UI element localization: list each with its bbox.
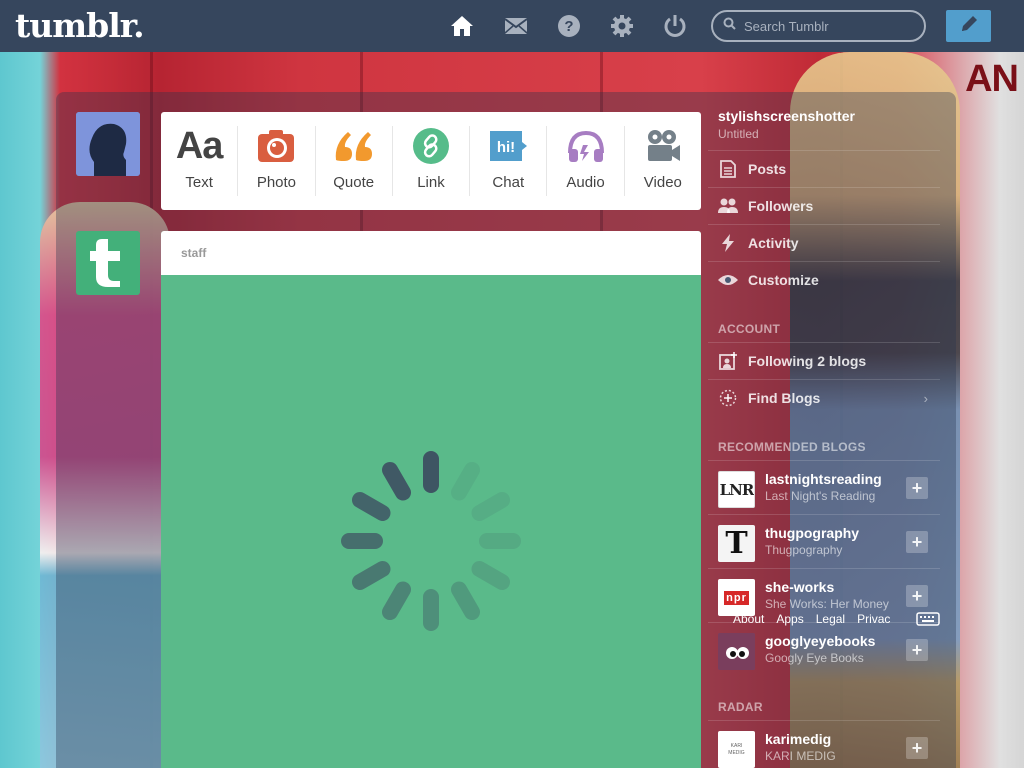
blog-name[interactable]: lastnightsreading [765, 471, 882, 487]
post-type-label: Quote [333, 174, 375, 191]
blog-subtitle: Googly Eye Books [765, 651, 864, 665]
section-heading-radar: RADAR [718, 700, 763, 714]
headphones-icon [566, 126, 606, 166]
search-input[interactable] [744, 18, 904, 34]
home-icon[interactable] [449, 13, 475, 39]
sidebar-item-posts[interactable]: Posts [708, 150, 940, 187]
sidebar-item-following[interactable]: Following 2 blogs [708, 342, 940, 379]
post-type-bar: Aa Text Photo Quote Link hi! Chat Audio [161, 112, 701, 210]
blog-avatar: LNR [718, 471, 755, 508]
blog-name[interactable]: she-works [765, 579, 834, 595]
followers-icon [708, 198, 748, 214]
follow-button[interactable]: + [906, 477, 928, 499]
blog-name[interactable]: thugpography [765, 525, 859, 541]
top-header: tumblr. ? [0, 0, 1024, 52]
blog-avatar: KARI MEDIG [718, 731, 755, 768]
post-type-label: Photo [256, 174, 297, 191]
compose-button[interactable] [946, 10, 991, 42]
text-icon: Aa [175, 124, 224, 167]
compass-icon [708, 389, 748, 407]
blog-avatar [718, 633, 755, 670]
footer-link-privacy[interactable]: Privac [857, 612, 890, 626]
post-type-text[interactable]: Aa Text [161, 124, 239, 196]
video-camera-icon [645, 126, 681, 166]
blog-avatar: npr [718, 579, 755, 616]
post-type-audio[interactable]: Audio [547, 126, 625, 196]
staff-avatar[interactable] [76, 231, 140, 295]
sidebar-item-label: Followers [748, 198, 814, 214]
staff-post: staff [161, 231, 701, 768]
radar-blog-item[interactable]: KARI MEDIG karimedig KARI MEDIG + [708, 720, 940, 768]
posts-icon [708, 160, 748, 178]
link-icon [412, 126, 449, 166]
section-heading-account: ACCOUNT [718, 322, 781, 336]
post-type-label: Link [417, 174, 445, 191]
sidebar-item-customize[interactable]: Customize [708, 261, 940, 298]
gear-icon[interactable] [609, 13, 635, 39]
loading-spinner-icon [341, 451, 521, 631]
sidebar-item-label: Customize [748, 272, 819, 288]
camera-icon [257, 126, 295, 166]
footer-link-about[interactable]: About [733, 612, 764, 626]
post-type-chat[interactable]: hi! Chat [470, 126, 548, 196]
post-type-link[interactable]: Link [393, 126, 471, 196]
post-author[interactable]: staff [161, 231, 701, 275]
footer-links: About Apps Legal Privac [733, 612, 890, 626]
blog-subtitle: Thugpography [765, 543, 843, 557]
blog-subtitle: Last Night's Reading [765, 489, 876, 503]
power-icon[interactable] [662, 13, 688, 39]
post-type-photo[interactable]: Photo [238, 126, 316, 196]
footer-link-apps[interactable]: Apps [776, 612, 803, 626]
blog-name[interactable]: googlyeyebooks [765, 633, 875, 649]
blog-subtitle: She Works: Her Money [765, 597, 889, 611]
blog-avatar: T [718, 525, 755, 562]
svg-text:?: ? [564, 18, 573, 35]
post-type-label: Text [185, 174, 213, 191]
help-icon[interactable]: ? [556, 13, 582, 39]
tumblr-logo[interactable]: tumblr. [15, 6, 145, 45]
chevron-right-icon: › [923, 390, 928, 406]
lightning-icon [708, 234, 748, 252]
eye-icon [708, 274, 748, 286]
background-text: AN [965, 58, 1019, 100]
sidebar-item-label: Activity [748, 235, 799, 251]
recommended-blog-item[interactable]: googlyeyebooks Googly Eye Books + [708, 622, 940, 676]
search-icon [723, 17, 736, 35]
sidebar-item-label: Following 2 blogs [748, 353, 867, 369]
sidebar-item-followers[interactable]: Followers [708, 187, 940, 224]
keyboard-icon[interactable] [916, 612, 940, 631]
chat-icon: hi! [488, 126, 528, 166]
follow-button[interactable]: + [906, 531, 928, 553]
recommended-blog-item[interactable]: T thugpography Thugpography + [708, 514, 940, 568]
post-type-video[interactable]: Video [625, 126, 701, 196]
follow-button[interactable]: + [906, 585, 928, 607]
post-type-label: Audio [566, 174, 605, 191]
follow-button[interactable]: + [906, 639, 928, 661]
mail-icon[interactable] [503, 13, 529, 39]
recommended-blog-item[interactable]: LNR lastnightsreading Last Night's Readi… [708, 460, 940, 514]
sidebar-item-find-blogs[interactable]: Find Blogs › [708, 379, 940, 416]
user-avatar[interactable] [76, 112, 140, 176]
post-type-quote[interactable]: Quote [316, 126, 393, 196]
sidebar-item-activity[interactable]: Activity [708, 224, 940, 261]
section-heading-recommended: RECOMMENDED BLOGS [718, 440, 866, 454]
pencil-icon [959, 14, 979, 39]
sidebar-item-label: Posts [748, 161, 787, 177]
quote-icon [334, 126, 374, 166]
blog-title: Untitled [718, 127, 759, 141]
svg-text:hi!: hi! [497, 139, 515, 156]
post-type-label: Video [643, 174, 682, 191]
blog-name[interactable]: karimedig [765, 731, 831, 747]
search-box [711, 10, 926, 42]
footer-link-legal[interactable]: Legal [816, 612, 845, 626]
follow-button[interactable]: + [906, 737, 928, 759]
post-type-label: Chat [492, 174, 525, 191]
blog-subtitle: KARI MEDIG [765, 749, 836, 763]
blog-name[interactable]: stylishscreenshotter [718, 108, 855, 124]
sidebar-item-label: Find Blogs [748, 390, 821, 406]
following-icon [708, 352, 748, 370]
